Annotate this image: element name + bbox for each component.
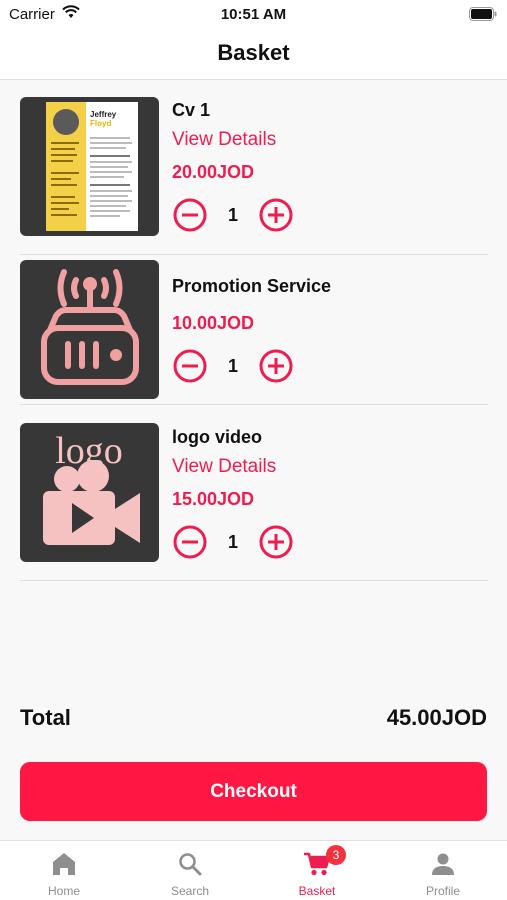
nav-bar: Basket [0, 30, 507, 80]
cv-first-name: Jeffrey [90, 110, 117, 119]
basket-item-logo-video: logo logo video View Details 15.00JOD 1 [20, 405, 488, 581]
item-name: Promotion Service [172, 276, 332, 296]
person-icon [380, 851, 506, 882]
quantity-value: 1 [227, 356, 238, 376]
cv-last-name: Floyd [90, 119, 111, 128]
cv-thumbnail: Jeffrey Floyd [20, 97, 159, 236]
search-icon [127, 851, 253, 882]
quantity-value: 1 [227, 205, 238, 225]
cart-count-badge: 3 [326, 845, 346, 865]
quantity-stepper: 1 [172, 197, 297, 233]
battery-icon [469, 7, 497, 21]
item-name: Cv 1 [172, 100, 211, 120]
home-icon [1, 851, 127, 882]
tab-home[interactable]: Home [1, 841, 127, 900]
tab-search[interactable]: Search [127, 841, 253, 900]
view-details-link[interactable]: View Details [172, 129, 276, 151]
view-details-link[interactable]: View Details [172, 456, 276, 478]
logo-video-thumbnail: logo [20, 423, 159, 562]
status-time: 10:51 AM [220, 6, 287, 23]
tab-label: Basket [298, 884, 336, 898]
item-price: 10.00JOD [172, 313, 255, 333]
checkout-button[interactable]: Checkout [20, 762, 487, 821]
quantity-value: 1 [227, 532, 238, 552]
router-icon [20, 260, 159, 399]
increase-quantity-button[interactable] [258, 348, 294, 384]
status-bar: Carrier 10:51 AM [0, 0, 507, 30]
tab-bar: Home Search 3 Basket Profile [0, 840, 507, 900]
item-price: 15.00JOD [172, 489, 255, 509]
total-row: Total 45.00JOD [20, 705, 487, 735]
quantity-stepper: 1 [172, 348, 297, 384]
basket-item-promotion: Promotion Service 10.00JOD 1 [20, 255, 488, 405]
tab-label: Profile [425, 884, 460, 898]
cart-icon [254, 851, 380, 882]
basket-item-cv: Jeffrey Floyd Cv 1 View Details 20.00JOD… [20, 96, 488, 255]
tab-label: Search [170, 884, 210, 898]
total-value: 45.00JOD [386, 705, 487, 730]
increase-quantity-button[interactable] [258, 524, 294, 560]
tab-label: Home [47, 884, 80, 898]
item-price: 20.00JOD [172, 162, 255, 182]
quantity-stepper: 1 [172, 524, 297, 560]
decrease-quantity-button[interactable] [172, 197, 208, 233]
tab-basket[interactable]: 3 Basket [254, 841, 380, 900]
decrease-quantity-button[interactable] [172, 524, 208, 560]
tab-profile[interactable]: Profile [380, 841, 506, 900]
increase-quantity-button[interactable] [258, 197, 294, 233]
item-name: logo video [172, 427, 262, 447]
page-title: Basket [217, 40, 290, 65]
decrease-quantity-button[interactable] [172, 348, 208, 384]
total-label: Total [20, 705, 71, 730]
